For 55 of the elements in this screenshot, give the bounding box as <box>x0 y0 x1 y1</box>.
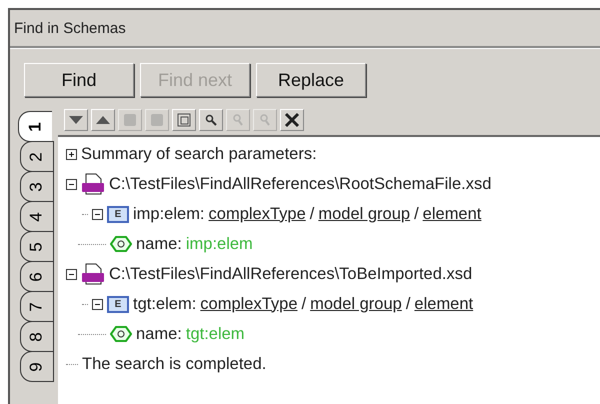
side-tab[interactable]: 7 <box>20 291 54 322</box>
element-icon: E <box>107 296 129 312</box>
action-button[interactable]: Find <box>24 63 134 97</box>
window-title: Find in Schemas <box>10 10 600 48</box>
attribute-name[interactable]: name: <box>136 324 182 344</box>
path-separator: / <box>414 204 419 224</box>
side-tab[interactable]: 2 <box>20 141 54 172</box>
status-message: The search is completed. <box>82 354 266 374</box>
move-down-button[interactable] <box>64 109 88 131</box>
move-up-button[interactable] <box>91 109 115 131</box>
path-link[interactable]: model group <box>318 204 410 224</box>
path-link[interactable]: element <box>422 204 482 224</box>
path-link[interactable]: element <box>414 294 474 314</box>
path-link[interactable]: model group <box>310 294 402 314</box>
attribute-name[interactable]: name: <box>136 234 182 254</box>
element-name[interactable]: imp:elem: <box>133 204 205 224</box>
attribute-value: tgt:elem <box>186 324 245 344</box>
tree-item-label[interactable]: Summary of search parameters: <box>81 144 317 164</box>
attribute-value: imp:elem <box>186 234 253 254</box>
search-icon <box>205 114 217 126</box>
close-button[interactable] <box>280 109 304 131</box>
element-icon: E <box>107 206 129 222</box>
side-tab[interactable]: 6 <box>20 261 54 292</box>
attribute-icon <box>110 326 132 342</box>
collapse-toggle-icon[interactable] <box>92 298 103 310</box>
close-icon <box>284 112 300 128</box>
side-tab[interactable]: 1 <box>18 111 52 142</box>
file-path[interactable]: C:\TestFiles\FindAllReferences\ToBeImported.xsd <box>109 264 472 284</box>
collapse-toggle-icon[interactable] <box>66 268 77 280</box>
side-tab[interactable]: 3 <box>20 171 54 202</box>
element-name[interactable]: tgt:elem: <box>133 294 196 314</box>
xsd-file-icon <box>81 173 105 195</box>
search-icon <box>232 113 244 127</box>
frame-button[interactable] <box>172 109 196 131</box>
side-tab[interactable]: 5 <box>20 231 54 262</box>
side-tab[interactable]: 8 <box>20 321 54 352</box>
action-button[interactable]: Replace <box>256 63 366 97</box>
expand-toggle-icon[interactable] <box>66 148 77 160</box>
frame-icon <box>177 113 191 127</box>
path-separator: / <box>310 204 314 224</box>
path-link[interactable]: complexType <box>208 204 306 224</box>
path-separator: / <box>302 294 306 314</box>
search-button[interactable] <box>199 109 223 131</box>
move-down-icon <box>68 115 84 125</box>
collapse-toggle-icon[interactable] <box>92 208 103 220</box>
path-link[interactable]: complexType <box>200 294 298 314</box>
move-up-icon <box>95 115 111 125</box>
xsd-file-icon <box>81 263 105 285</box>
side-tab[interactable]: 4 <box>20 201 54 232</box>
collapse-toggle-icon[interactable] <box>66 178 77 190</box>
side-tab[interactable]: 9 <box>20 351 54 382</box>
path-separator: / <box>406 294 410 314</box>
search-icon <box>259 113 271 127</box>
attribute-icon <box>110 236 132 252</box>
file-path[interactable]: C:\TestFiles\FindAllReferences\RootSchemaFile.xsd <box>109 174 492 194</box>
